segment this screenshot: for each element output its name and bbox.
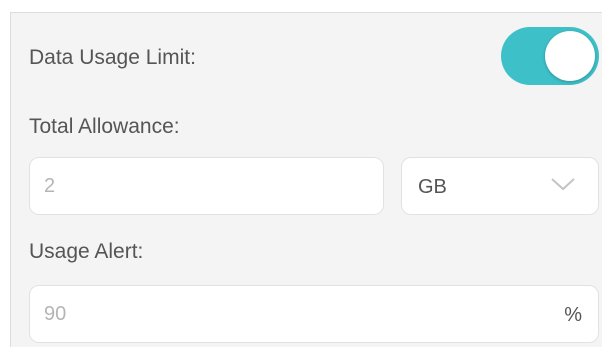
- usage-alert-label: Usage Alert:: [29, 240, 144, 263]
- usage-alert-unit: %: [564, 304, 582, 326]
- total-allowance-label: Total Allowance:: [29, 115, 180, 138]
- data-usage-limit-label: Data Usage Limit:: [29, 46, 196, 69]
- usage-alert-input[interactable]: [30, 286, 598, 342]
- data-usage-limit-toggle[interactable]: [501, 27, 599, 85]
- chevron-down-icon: [551, 178, 575, 191]
- total-allowance-input[interactable]: [30, 158, 383, 214]
- usage-alert-field[interactable]: %: [29, 285, 599, 343]
- allowance-unit-select[interactable]: GB: [401, 157, 599, 215]
- data-usage-settings-panel: Data Usage Limit: Total Allowance: GB Us…: [10, 12, 602, 347]
- allowance-unit-value: GB: [418, 176, 447, 198]
- toggle-knob: [545, 31, 595, 81]
- total-allowance-field[interactable]: [29, 157, 384, 215]
